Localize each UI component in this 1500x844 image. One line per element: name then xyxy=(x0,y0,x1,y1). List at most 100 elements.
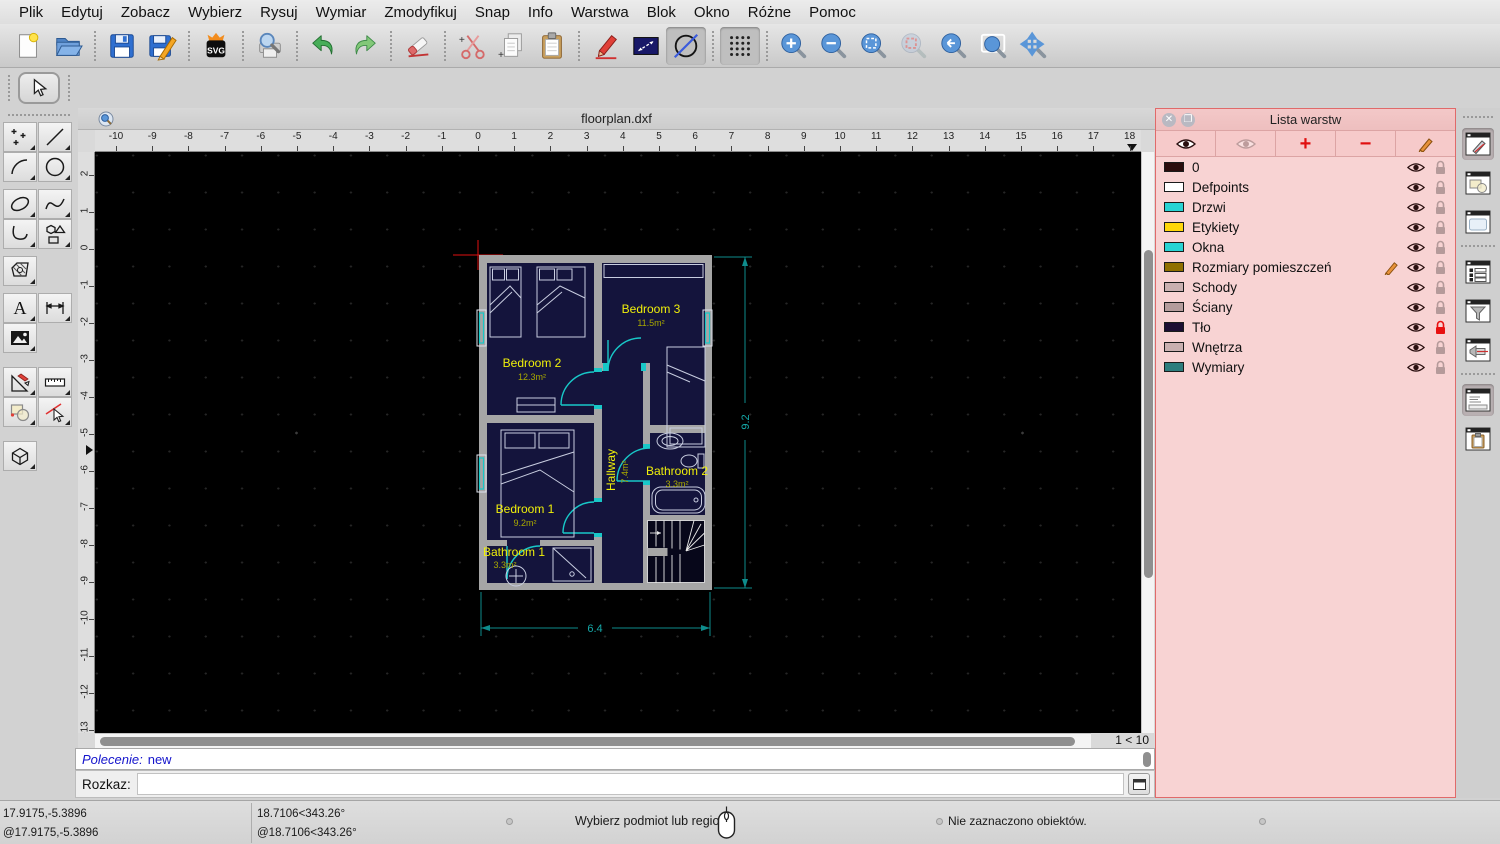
dock-toggle-blocks-window[interactable] xyxy=(1462,167,1494,199)
redo-button[interactable] xyxy=(344,27,384,65)
cut-button[interactable]: + xyxy=(452,27,492,65)
layer-visibility-eye-icon[interactable] xyxy=(1407,262,1425,273)
line-rectangle-button[interactable] xyxy=(626,27,666,65)
dock-toggle-clipboard-window[interactable] xyxy=(1462,423,1494,455)
layer-visibility-eye-icon[interactable] xyxy=(1407,362,1425,373)
menu-okno[interactable]: Okno xyxy=(685,4,739,21)
save-button[interactable] xyxy=(102,27,142,65)
layer-row[interactable]: Etykiety xyxy=(1156,217,1455,237)
copy-button[interactable]: + xyxy=(492,27,532,65)
layer-lock-icon[interactable] xyxy=(1434,340,1447,355)
menu-info[interactable]: Info xyxy=(519,4,562,21)
layer-visibility-eye-icon[interactable] xyxy=(1407,342,1425,353)
command-input[interactable] xyxy=(136,773,1124,795)
layer-row[interactable]: Tło xyxy=(1156,317,1455,337)
layer-visibility-eye-icon[interactable] xyxy=(1407,322,1425,333)
layer-row[interactable]: Defpoints xyxy=(1156,177,1455,197)
dock-toggle-filter-window[interactable] xyxy=(1462,295,1494,327)
drawing-canvas[interactable]: .wall { fill:#a6a6a6; } .room { fill:#14… xyxy=(95,152,1141,733)
layer-row[interactable]: Wnętrza xyxy=(1156,337,1455,357)
zoom-selection-button[interactable] xyxy=(894,27,934,65)
menu-blok[interactable]: Blok xyxy=(638,4,685,21)
menu-wymiar[interactable]: Wymiar xyxy=(307,4,376,21)
close-icon[interactable]: ✕ xyxy=(1162,113,1176,127)
dock-toggle-pen-window[interactable] xyxy=(1462,128,1494,160)
new-document-button[interactable] xyxy=(8,27,48,65)
layer-visibility-eye-icon[interactable] xyxy=(1407,302,1425,313)
menu-edytuj[interactable]: Edytuj xyxy=(52,4,112,21)
layer-row[interactable]: Drzwi xyxy=(1156,197,1455,217)
menu-zobacz[interactable]: Zobacz xyxy=(112,4,179,21)
zoom-window-button[interactable] xyxy=(974,27,1014,65)
zoom-previous-button[interactable] xyxy=(934,27,974,65)
svg-export-button[interactable]: SVG xyxy=(196,27,236,65)
layer-lock-icon[interactable] xyxy=(1434,320,1447,335)
hide-all-layers-button[interactable] xyxy=(1216,131,1276,156)
zoom-pan-button[interactable] xyxy=(1014,27,1054,65)
layer-lock-icon[interactable] xyxy=(1434,360,1447,375)
scrollbar-thumb[interactable] xyxy=(100,737,1075,746)
layer-row[interactable]: Schody xyxy=(1156,277,1455,297)
dock-toggle-command-trigger-window[interactable] xyxy=(1462,334,1494,366)
layer-row[interactable]: 0 xyxy=(1156,157,1455,177)
polygon-tool-button[interactable] xyxy=(38,219,72,249)
undock-icon[interactable]: ❐ xyxy=(1181,113,1195,127)
layer-lock-icon[interactable] xyxy=(1434,260,1447,275)
menu-wybierz[interactable]: Wybierz xyxy=(179,4,251,21)
dock-toggle-library-window[interactable] xyxy=(1462,206,1494,238)
layer-visibility-eye-icon[interactable] xyxy=(1407,162,1425,173)
draw-tools-button[interactable] xyxy=(3,367,37,397)
remove-layer-button[interactable]: − xyxy=(1336,131,1396,156)
draft-mode-button[interactable] xyxy=(666,26,706,65)
layer-row[interactable]: Ściany xyxy=(1156,297,1455,317)
menu-pomoc[interactable]: Pomoc xyxy=(800,4,865,21)
zoom-auto-button[interactable] xyxy=(854,27,894,65)
menu-rysuj[interactable]: Rysuj xyxy=(251,4,307,21)
text-tool-button[interactable]: A xyxy=(3,293,37,323)
layer-lock-icon[interactable] xyxy=(1434,200,1447,215)
layer-visibility-eye-icon[interactable] xyxy=(1407,222,1425,233)
canvas-horizontal-scrollbar[interactable] xyxy=(95,733,1108,748)
dimension-tool-button[interactable] xyxy=(38,293,72,323)
spline-tool-button[interactable] xyxy=(38,189,72,219)
polyline-tool-button[interactable] xyxy=(3,219,37,249)
layer-row[interactable]: Okna xyxy=(1156,237,1455,257)
measure-tool-button[interactable] xyxy=(38,367,72,397)
canvas-vertical-scrollbar[interactable] xyxy=(1141,152,1154,733)
pen-edit-button[interactable] xyxy=(586,27,626,65)
toolbar-drag-handle[interactable] xyxy=(68,75,72,101)
edit-layer-button[interactable] xyxy=(1396,131,1455,156)
hatch-tool-button[interactable] xyxy=(3,256,37,286)
arc-tool-button[interactable] xyxy=(3,152,37,182)
ellipse-tool-button[interactable] xyxy=(3,189,37,219)
layer-row[interactable]: Wymiary xyxy=(1156,357,1455,377)
layer-lock-icon[interactable] xyxy=(1434,300,1447,315)
menu-warstwa[interactable]: Warstwa xyxy=(562,4,638,21)
toolbar-drag-handle[interactable] xyxy=(8,75,12,101)
dock-toggle-command-line-window[interactable] xyxy=(1462,384,1494,416)
dock-drag-handle[interactable] xyxy=(1463,116,1493,120)
layer-visibility-eye-icon[interactable] xyxy=(1407,182,1425,193)
layer-lock-icon[interactable] xyxy=(1434,240,1447,255)
layer-lock-icon[interactable] xyxy=(1434,180,1447,195)
select-entity-tool-button[interactable] xyxy=(38,397,72,427)
layer-row[interactable]: Rozmiary pomieszczeń xyxy=(1156,257,1455,277)
delete-button[interactable] xyxy=(398,27,438,65)
image-tool-button[interactable] xyxy=(3,323,37,353)
menu-rozne[interactable]: Różne xyxy=(739,4,800,21)
menu-plik[interactable]: Plik xyxy=(10,4,52,21)
command-history[interactable]: Polecenie: new xyxy=(75,748,1155,770)
palette-drag-handle[interactable] xyxy=(8,114,70,118)
history-scrollbar-thumb[interactable] xyxy=(1143,752,1151,767)
add-layer-button[interactable]: + xyxy=(1276,131,1336,156)
layer-visibility-eye-icon[interactable] xyxy=(1407,202,1425,213)
layer-visibility-eye-icon[interactable] xyxy=(1407,282,1425,293)
layer-lock-icon[interactable] xyxy=(1434,220,1447,235)
layer-visibility-eye-icon[interactable] xyxy=(1407,242,1425,253)
menu-snap[interactable]: Snap xyxy=(466,4,519,21)
modify-tool-button[interactable] xyxy=(3,397,37,427)
scrollbar-thumb[interactable] xyxy=(1144,250,1153,578)
circle-tool-button[interactable] xyxy=(38,152,72,182)
layer-lock-icon[interactable] xyxy=(1434,160,1447,175)
layer-lock-icon[interactable] xyxy=(1434,280,1447,295)
